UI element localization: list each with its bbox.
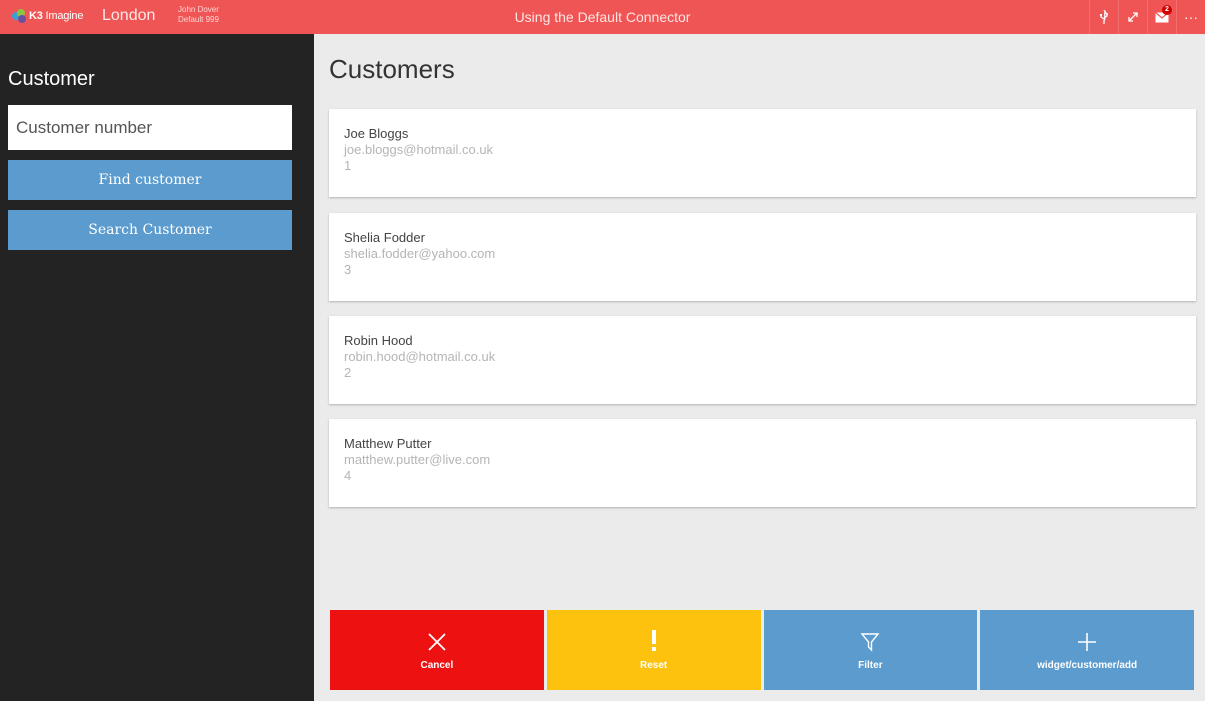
customer-card[interactable]: Robin Hood robin.hood@hotmail.co.uk 2 (329, 316, 1196, 404)
customer-name: Shelia Fodder (344, 230, 425, 245)
top-bar: K3 Imagine London John Dover Default 999… (0, 0, 1205, 34)
sidebar: Customer Find customer Search Customer (0, 34, 314, 701)
more-icon[interactable]: ··· (1176, 0, 1205, 34)
cancel-label: Cancel (420, 659, 454, 671)
customer-number: 4 (344, 468, 352, 483)
close-icon (427, 630, 447, 656)
customer-email: robin.hood@hotmail.co.uk (344, 349, 496, 364)
filter-icon (860, 630, 880, 656)
customer-card[interactable]: Joe Bloggs joe.bloggs@hotmail.co.uk 1 (329, 109, 1196, 197)
find-customer-button[interactable]: Find customer (8, 160, 292, 200)
filter-label: Filter (858, 659, 883, 671)
mail-badge: 2 (1162, 5, 1172, 15)
main-panel: Customers Joe Bloggs joe.bloggs@hotmail.… (314, 34, 1205, 701)
customer-card[interactable]: Matthew Putter matthew.putter@live.com 4 (329, 419, 1196, 507)
customer-email: joe.bloggs@hotmail.co.uk (344, 142, 494, 157)
sidebar-title: Customer (8, 68, 95, 90)
plus-icon (1077, 630, 1097, 656)
k3-logo-icon (12, 9, 26, 23)
user-store: Default 999 (178, 15, 219, 24)
customer-name: Joe Bloggs (344, 126, 409, 141)
action-bar: Cancel Reset Filter widget/customer/add (330, 610, 1194, 690)
customer-email: shelia.fodder@yahoo.com (344, 246, 496, 261)
reset-button[interactable]: Reset (546, 610, 761, 690)
cancel-button[interactable]: Cancel (330, 610, 544, 690)
brand-logo: K3 Imagine (12, 9, 83, 23)
location-label: London (102, 7, 156, 24)
expand-icon[interactable] (1118, 0, 1147, 34)
customer-number-input[interactable] (8, 105, 292, 150)
customer-number: 3 (344, 262, 352, 277)
customer-number: 1 (344, 158, 352, 173)
usb-icon[interactable] (1089, 0, 1118, 34)
exclamation-icon (649, 629, 659, 656)
customer-number: 2 (344, 365, 352, 380)
mail-icon[interactable]: 2 (1147, 0, 1176, 34)
search-customer-button[interactable]: Search Customer (8, 210, 292, 250)
user-name: John Dover (178, 5, 219, 14)
customer-name: Robin Hood (344, 333, 413, 348)
add-label: widget/customer/add (1037, 659, 1138, 671)
brand-name: K3 Imagine (29, 10, 84, 22)
add-customer-button[interactable]: widget/customer/add (980, 610, 1194, 690)
user-info: John Dover Default 999 (178, 5, 219, 25)
customer-email: matthew.putter@live.com (344, 452, 491, 467)
filter-button[interactable]: Filter (763, 610, 978, 690)
reset-label: Reset (640, 659, 668, 671)
customer-card[interactable]: Shelia Fodder shelia.fodder@yahoo.com 3 (329, 213, 1196, 301)
customer-name: Matthew Putter (344, 436, 432, 451)
page-title: Customers (329, 54, 455, 84)
